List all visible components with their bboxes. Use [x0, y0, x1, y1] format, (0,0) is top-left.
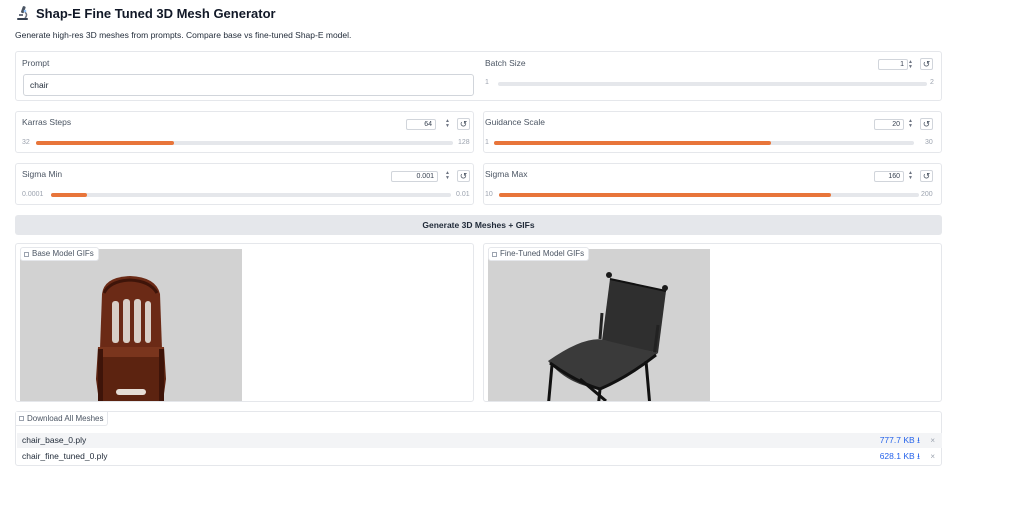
sigma-max-panel: Sigma Max 160 ▲ ▼ ↺ 10 200 — [483, 163, 942, 205]
image-icon — [492, 251, 497, 257]
karras-steps-max: 128 — [458, 139, 470, 146]
download-panel: Download All Meshes chair_base_0.ply 777… — [15, 411, 942, 466]
download-link[interactable]: 628.1 KB ⭳ — [880, 449, 920, 464]
remove-file-icon[interactable]: × — [930, 449, 935, 464]
guidance-scale-spinner-icon[interactable]: ▲ ▼ — [906, 118, 915, 130]
guidance-scale-min: 1 — [485, 139, 489, 146]
karras-steps-reset-icon[interactable]: ↺ — [457, 118, 470, 130]
sigma-min-label: Sigma Min — [22, 169, 63, 179]
sigma-min-panel: Sigma Min 0.001 ▲ ▼ ↺ 0.0001 0.01 — [15, 163, 474, 205]
batch-size-slider[interactable] — [498, 82, 927, 86]
download-all-meshes-label: Download All Meshes — [16, 412, 109, 426]
batch-size-spinner-icon[interactable]: ▲ ▼ — [906, 59, 915, 71]
sigma-min-slider[interactable] — [51, 193, 451, 197]
guidance-scale-reset-icon[interactable]: ↺ — [920, 118, 933, 130]
generate-button[interactable]: Generate 3D Meshes + GIFs — [15, 215, 942, 235]
guidance-scale-max: 30 — [925, 139, 933, 146]
fine-tuned-model-gif — [488, 249, 710, 401]
sigma-min-spinner-icon[interactable]: ▲ ▼ — [443, 170, 452, 182]
prompt-label: Prompt — [22, 58, 50, 68]
page-description: Generate high-res 3D meshes from prompts… — [15, 30, 352, 40]
batch-size-min: 1 — [485, 79, 489, 86]
base-model-gifs-label: Base Model GIFs — [20, 247, 99, 261]
guidance-scale-slider[interactable] — [494, 141, 914, 145]
karras-steps-min: 32 — [22, 139, 30, 146]
header: Shap-E Fine Tuned 3D Mesh Generator — [16, 4, 276, 22]
remove-file-icon[interactable]: × — [930, 433, 935, 448]
sigma-max-reset-icon[interactable]: ↺ — [920, 170, 933, 182]
file-row: chair_base_0.ply 777.7 KB ⭳ × — [17, 433, 942, 448]
microscope-icon — [17, 6, 28, 20]
sigma-max-number-input[interactable]: 160 — [874, 171, 904, 182]
file-name: chair_fine_tuned_0.ply — [22, 451, 108, 461]
file-name: chair_base_0.ply — [22, 435, 87, 445]
karras-steps-number-input[interactable]: 64 — [406, 119, 436, 130]
fine-tuned-model-gifs-panel: Fine-Tuned Model GIFs — [483, 243, 942, 402]
file-icon — [19, 416, 24, 421]
guidance-scale-panel: Guidance Scale 20 ▲ ▼ ↺ 1 30 — [483, 111, 942, 153]
sigma-min-reset-icon[interactable]: ↺ — [457, 170, 470, 182]
page-title: Shap-E Fine Tuned 3D Mesh Generator — [36, 5, 276, 21]
batch-size-reset-icon[interactable]: ↺ — [920, 58, 933, 70]
karras-steps-label: Karras Steps — [22, 117, 72, 127]
guidance-scale-label: Guidance Scale — [485, 117, 546, 127]
guidance-scale-number-input[interactable]: 20 — [874, 119, 904, 130]
batch-size-max: 2 — [930, 79, 934, 86]
batch-size-label: Batch Size — [485, 58, 526, 68]
karras-steps-slider[interactable] — [36, 141, 453, 145]
sigma-max-spinner-icon[interactable]: ▲ ▼ — [906, 170, 915, 182]
sigma-min-number-input[interactable]: 0.001 — [391, 171, 438, 182]
fine-tuned-model-gifs-label: Fine-Tuned Model GIFs — [488, 247, 590, 261]
sigma-min-max: 0.01 — [456, 191, 470, 198]
sigma-max-slider[interactable] — [499, 193, 919, 197]
sigma-max-max: 200 — [921, 191, 933, 198]
karras-steps-panel: Karras Steps 64 ▲ ▼ ↺ 32 128 — [15, 111, 474, 153]
sigma-max-label: Sigma Max — [485, 169, 528, 179]
black-chair-image — [488, 249, 710, 401]
download-link[interactable]: 777.7 KB ⭳ — [880, 433, 920, 448]
prompt-batch-panel: Prompt chair Batch Size 1 ▲ ▼ ↺ 1 2 — [15, 51, 942, 101]
image-icon — [24, 251, 29, 257]
file-row: chair_fine_tuned_0.ply 628.1 KB ⭳ × — [17, 449, 942, 464]
sigma-max-min: 10 — [485, 191, 493, 198]
brown-chair-image — [20, 249, 242, 401]
sigma-min-min: 0.0001 — [22, 191, 44, 198]
batch-size-number-input[interactable]: 1 — [878, 59, 908, 70]
prompt-input[interactable]: chair — [23, 74, 474, 96]
base-model-gif — [20, 249, 242, 401]
base-model-gifs-panel: Base Model GIFs — [15, 243, 474, 402]
karras-steps-spinner-icon[interactable]: ▲ ▼ — [443, 118, 452, 130]
